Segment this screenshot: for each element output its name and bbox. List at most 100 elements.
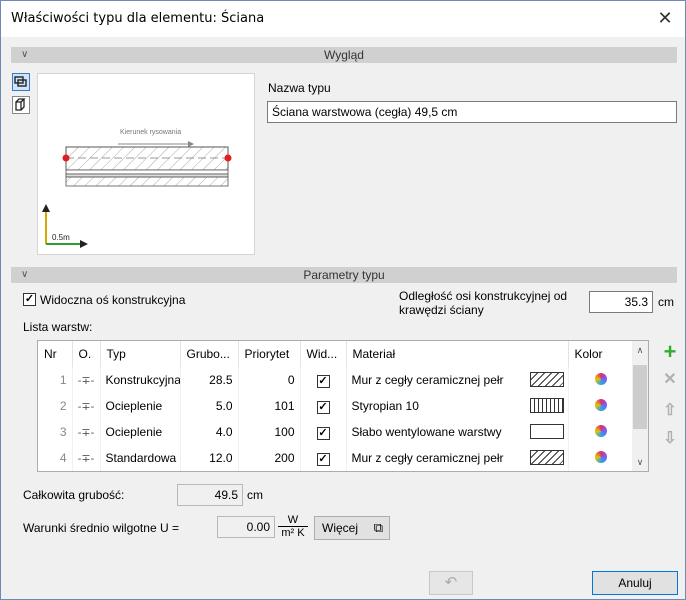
color-palette-icon[interactable] xyxy=(595,398,607,411)
layers-list-label: Lista warstw: xyxy=(23,320,93,334)
column-header-thickness[interactable]: Grubo... xyxy=(180,341,239,367)
color-palette-icon[interactable] xyxy=(595,450,607,463)
cancel-button-label: Anuluj xyxy=(618,576,652,590)
cell-nr: 1 xyxy=(38,367,73,393)
cell-color[interactable] xyxy=(568,367,635,393)
cancel-button[interactable]: Anuluj xyxy=(592,571,678,595)
view-3d-icon[interactable] xyxy=(12,96,30,114)
unit-denominator: m² K xyxy=(281,527,305,539)
cell-thickness[interactable]: 4.0 xyxy=(180,419,239,445)
material-name: Mur z cegły ceramicznej pełr xyxy=(351,373,504,387)
scroll-down-icon[interactable]: ∨ xyxy=(632,453,648,471)
wall-end-point xyxy=(224,154,232,162)
layers-scrollbar[interactable]: ∧ ∨ xyxy=(632,341,648,471)
material-name: Styropian 10 xyxy=(351,399,419,413)
u-value-unit: W m² K xyxy=(278,514,308,539)
cell-color[interactable] xyxy=(568,445,635,471)
unit-numerator: W xyxy=(278,514,308,527)
table-row[interactable]: 1 -∓- Konstrukcyjna 28.5 0 ✓ Mur z cegły… xyxy=(38,367,635,393)
view-2d-icon[interactable] xyxy=(12,73,30,91)
visible-axis-checkbox[interactable]: ✓ xyxy=(23,293,36,306)
visible-axis-label: Widoczna oś konstrukcyjna xyxy=(40,293,186,307)
scrollbar-thumb[interactable] xyxy=(633,365,647,429)
layer-orientation-icon[interactable]: -∓- xyxy=(72,419,101,445)
column-header-color[interactable]: Kolor xyxy=(568,341,635,367)
column-header-orientation[interactable]: O. xyxy=(72,341,101,367)
add-layer-icon[interactable]: + xyxy=(660,341,680,363)
material-hatch-swatch xyxy=(529,450,564,465)
type-name-input[interactable]: Ściana warstwowa (cegła) 49,5 cm xyxy=(267,101,677,123)
cell-visible[interactable]: ✓ xyxy=(300,419,347,445)
window-title: Właściwości typu dla elementu: Ściana xyxy=(11,11,265,26)
expand-window-icon: ⧉ xyxy=(373,520,383,535)
visible-checkbox[interactable]: ✓ xyxy=(316,400,330,414)
cell-visible[interactable]: ✓ xyxy=(300,445,347,471)
column-header-visible[interactable]: Wid... xyxy=(300,341,347,367)
cell-material[interactable]: Mur z cegły ceramicznej pełr xyxy=(346,367,569,393)
cell-material[interactable]: Styropian 10 xyxy=(346,393,569,419)
color-palette-icon[interactable] xyxy=(595,424,607,437)
cell-type[interactable]: Ocieplenie xyxy=(100,419,181,445)
axis-offset-unit: cm xyxy=(658,295,674,309)
type-name-label: Nazwa typu xyxy=(268,81,331,95)
total-thickness-value: 49.5 xyxy=(177,484,243,506)
more-button[interactable]: Więcej ⧉ xyxy=(314,516,390,540)
chevron-down-icon: ∨ xyxy=(21,269,29,280)
cell-visible[interactable]: ✓ xyxy=(300,367,347,393)
cell-nr: 4 xyxy=(38,445,73,471)
title-bar: Właściwości typu dla elementu: Ściana ✕ xyxy=(1,1,685,37)
wall-start-point xyxy=(62,154,70,162)
scale-label: 0.5m xyxy=(52,233,70,242)
cell-thickness[interactable]: 5.0 xyxy=(180,393,239,419)
axis-offset-input[interactable]: 35.3 xyxy=(589,291,653,313)
cell-priority[interactable]: 101 xyxy=(238,393,301,419)
u-value-label: Warunki średnio wilgotne U = xyxy=(23,521,179,535)
material-hatch-swatch xyxy=(529,372,564,387)
layer-orientation-icon[interactable]: -∓- xyxy=(72,393,101,419)
u-value-field: 0.00 xyxy=(217,516,275,538)
table-row[interactable]: 4 -∓- Standardowa 12.0 200 ✓ Mur z cegły… xyxy=(38,445,635,471)
cell-thickness[interactable]: 12.0 xyxy=(180,445,239,471)
cell-material[interactable]: Słabo wentylowane warstwy xyxy=(346,419,569,445)
appearance-section-title: Wygląd xyxy=(324,48,364,62)
column-header-material[interactable]: Materiał xyxy=(346,341,569,367)
scroll-up-icon[interactable]: ∧ xyxy=(632,341,648,359)
remove-layer-icon[interactable]: ✕ xyxy=(660,370,680,390)
cell-type[interactable]: Konstrukcyjna xyxy=(100,367,181,393)
layer-orientation-icon[interactable]: -∓- xyxy=(72,367,101,393)
more-button-label: Więcej xyxy=(322,521,359,535)
table-row[interactable]: 2 -∓- Ocieplenie 5.0 101 ✓ Styropian 10 xyxy=(38,393,635,419)
cell-material[interactable]: Mur z cegły ceramicznej pełr xyxy=(346,445,569,471)
move-up-icon[interactable]: ⇧ xyxy=(660,401,680,421)
chevron-down-icon: ∨ xyxy=(21,49,29,60)
total-thickness-label: Całkowita grubość: xyxy=(23,488,125,502)
appearance-section-header[interactable]: ∨ Wygląd xyxy=(11,47,677,63)
material-name: Słabo wentylowane warstwy xyxy=(351,425,502,439)
visible-checkbox[interactable]: ✓ xyxy=(316,426,330,440)
cell-thickness[interactable]: 28.5 xyxy=(180,367,239,393)
cell-nr: 3 xyxy=(38,419,73,445)
column-header-nr[interactable]: Nr xyxy=(38,341,73,367)
cell-color[interactable] xyxy=(568,419,635,445)
cell-priority[interactable]: 100 xyxy=(238,419,301,445)
move-down-icon[interactable]: ⇩ xyxy=(660,429,680,449)
cell-visible[interactable]: ✓ xyxy=(300,393,347,419)
cell-priority[interactable]: 200 xyxy=(238,445,301,471)
layers-table: Nr O. Typ Grubo... Priorytet Wid... Mate… xyxy=(37,340,649,472)
cell-type[interactable]: Standardowa xyxy=(100,445,181,471)
parameters-section-header[interactable]: ∨ Parametry typu xyxy=(11,267,677,283)
cell-type[interactable]: Ocieplenie xyxy=(100,393,181,419)
column-header-type[interactable]: Typ xyxy=(100,341,181,367)
visible-checkbox[interactable]: ✓ xyxy=(316,374,330,388)
close-icon[interactable]: ✕ xyxy=(653,7,677,31)
properties-dialog: Właściwości typu dla elementu: Ściana ✕ … xyxy=(0,0,686,600)
undo-button[interactable]: ↶ xyxy=(429,571,473,595)
column-header-priority[interactable]: Priorytet xyxy=(238,341,301,367)
cell-priority[interactable]: 0 xyxy=(238,367,301,393)
parameters-section-title: Parametry typu xyxy=(303,268,385,282)
table-row[interactable]: 3 -∓- Ocieplenie 4.0 100 ✓ Słabo wentylo… xyxy=(38,419,635,445)
cell-color[interactable] xyxy=(568,393,635,419)
color-palette-icon[interactable] xyxy=(595,372,607,385)
layer-orientation-icon[interactable]: -∓- xyxy=(72,445,101,471)
visible-checkbox[interactable]: ✓ xyxy=(316,452,330,466)
